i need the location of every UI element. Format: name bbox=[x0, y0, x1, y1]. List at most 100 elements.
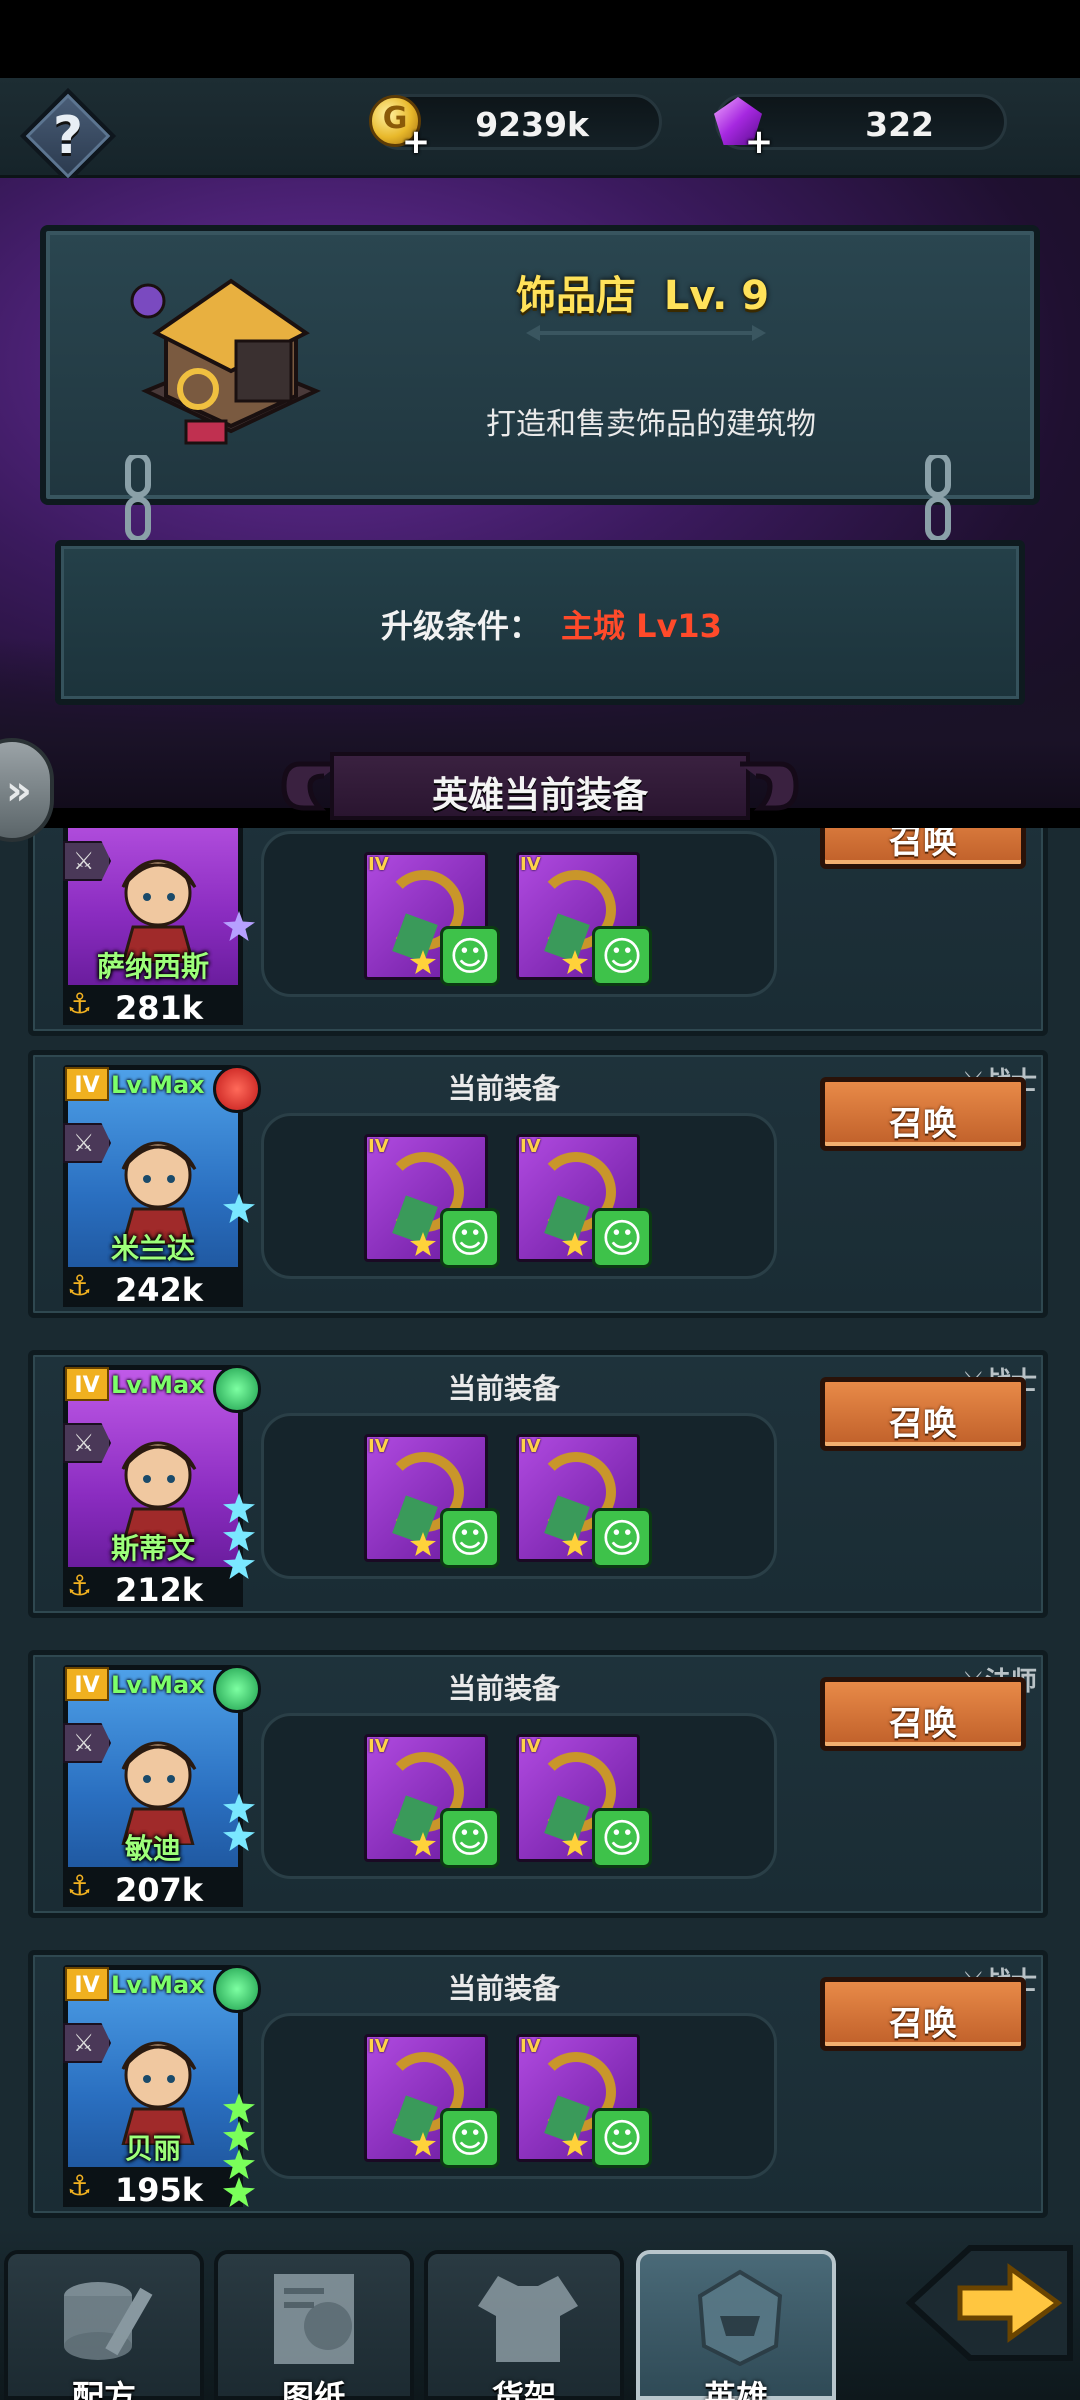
top-bar: ? G + 9239k + 322 bbox=[0, 78, 1080, 185]
equipment-slot[interactable]: IV ☺ bbox=[364, 2034, 500, 2170]
hero-level: Lv.Max bbox=[111, 1671, 205, 1699]
blueprint-icon bbox=[274, 2274, 354, 2364]
gold-coin-icon: G + bbox=[363, 87, 433, 159]
tab-recipes[interactable]: 配方 bbox=[4, 2250, 204, 2400]
hero-portrait[interactable]: IV Lv.Max ⚔ 斯蒂文 ⚓ 212k bbox=[63, 1365, 261, 1610]
anchor-icon: ⚓ bbox=[67, 1269, 93, 1302]
equipment-slots: IV ☺ IV ☺ bbox=[261, 1413, 777, 1579]
equip-tier: IV bbox=[368, 2036, 389, 2057]
hero-power: 207k bbox=[115, 1871, 204, 1909]
summon-button[interactable]: 召唤 bbox=[820, 1077, 1026, 1151]
current-equipment-label: 当前装备 bbox=[448, 1972, 561, 2005]
anchor-icon: ⚓ bbox=[67, 2169, 93, 2202]
equipment-slot[interactable]: IV ☺ bbox=[516, 2034, 652, 2170]
equipment-slot[interactable]: IV ☺ bbox=[364, 1434, 500, 1570]
add-gem-icon[interactable]: + bbox=[744, 125, 774, 159]
equipment-slots: IV ☺ IV ☺ bbox=[261, 1113, 777, 1279]
summon-button[interactable]: 召唤 bbox=[820, 1677, 1026, 1751]
hero-name: 斯蒂文 bbox=[110, 1532, 195, 1565]
smiley-icon: ☺ bbox=[440, 1508, 500, 1568]
hero-portrait[interactable]: IV Lv.Max ⚔ 贝丽 ⚓ 195k bbox=[63, 1965, 261, 2210]
star-icon bbox=[223, 2121, 255, 2151]
tab-shelf[interactable]: 货架 bbox=[424, 2250, 624, 2400]
equipment-slot[interactable]: IV ☺ bbox=[364, 1134, 500, 1270]
question-mark-icon: ? bbox=[52, 106, 84, 166]
gem-currency[interactable]: + 322 bbox=[714, 94, 1007, 159]
star-icon bbox=[223, 2177, 255, 2207]
equipment-slot[interactable]: IV ☺ bbox=[364, 1734, 500, 1870]
tab-heroes[interactable]: 英雄 bbox=[636, 2250, 836, 2400]
purple-gem-icon: + bbox=[706, 87, 776, 159]
ornament-divider-icon bbox=[526, 325, 766, 341]
hero-stars bbox=[223, 911, 259, 941]
fire-element-icon bbox=[213, 1065, 261, 1113]
building-description: 打造和售卖饰品的建筑物 bbox=[486, 407, 816, 442]
hero-card: 当前装备⚔战士 IV Lv.Max ⚔ 斯蒂文 ⚓ 212k bbox=[28, 1350, 1048, 1618]
anchor-icon: ⚓ bbox=[67, 1569, 93, 1602]
equipment-slot[interactable]: IV ☺ bbox=[516, 1434, 652, 1570]
equipment-slots: IV ☺ IV ☺ bbox=[261, 2013, 777, 2179]
star-icon bbox=[223, 2093, 255, 2123]
add-gold-icon[interactable]: + bbox=[401, 125, 431, 159]
hero-power-bar: ⚓ 281k bbox=[63, 985, 243, 1027]
hero-card: 当前装备⚔战士 IV Lv.Max ⚔ 贝丽 ⚓ 195k bbox=[28, 1950, 1048, 2218]
smiley-icon: ☺ bbox=[592, 926, 652, 986]
hero-stars bbox=[223, 1493, 259, 1579]
star-icon bbox=[223, 1493, 255, 1523]
hero-power-bar: ⚓ 242k bbox=[63, 1267, 243, 1309]
hero-power-bar: ⚓ 212k bbox=[63, 1567, 243, 1609]
current-equipment-label: 当前装备 bbox=[448, 1072, 561, 1105]
smiley-icon: ☺ bbox=[440, 2108, 500, 2168]
next-arrow-button[interactable] bbox=[900, 2228, 1080, 2378]
equip-tier: IV bbox=[520, 1136, 541, 1157]
equip-tier: IV bbox=[368, 1736, 389, 1757]
gold-amount: 9239k bbox=[475, 105, 589, 144]
equipment-slots: IV ☺ IV ☺ bbox=[261, 831, 777, 997]
gold-currency[interactable]: G + 9239k bbox=[369, 94, 662, 159]
shelf-shirt-icon bbox=[478, 2276, 578, 2362]
gem-amount: 322 bbox=[865, 105, 934, 144]
hero-equipment-list[interactable]: IV ⚔ 萨纳西斯 ⚓ 281k bbox=[0, 828, 1080, 2228]
smiley-icon: ☺ bbox=[592, 1208, 652, 1268]
hero-stars bbox=[223, 2093, 259, 2207]
hero-name: 贝丽 bbox=[124, 2132, 181, 2165]
hero-helmet-icon bbox=[697, 2269, 783, 2366]
double-chevron-right-icon: » bbox=[6, 768, 32, 814]
hero-power: 195k bbox=[115, 2171, 204, 2209]
hero-portrait[interactable]: IV Lv.Max ⚔ 米兰达 ⚓ 242k bbox=[63, 1065, 261, 1310]
hero-tier-badge: IV bbox=[65, 1067, 109, 1101]
hero-name: 敏迪 bbox=[124, 1832, 181, 1865]
hero-portrait[interactable]: IV ⚔ 萨纳西斯 ⚓ 281k bbox=[63, 828, 258, 1028]
equipment-slot[interactable]: IV ☺ bbox=[516, 852, 652, 988]
summon-button[interactable]: 召唤 bbox=[820, 1977, 1026, 2051]
tab-blueprints[interactable]: 图纸 bbox=[214, 2250, 414, 2400]
equip-tier: IV bbox=[368, 1436, 389, 1457]
summon-button[interactable]: 召唤 bbox=[820, 1377, 1026, 1451]
hero-power-bar: ⚓ 207k bbox=[63, 1867, 243, 1909]
hero-power: 212k bbox=[115, 1571, 204, 1609]
game-screen: ? G + 9239k + 322 饰品店 Lv. 9 打造和售卖饰品的建筑物 … bbox=[0, 0, 1080, 2400]
smiley-icon: ☺ bbox=[440, 1808, 500, 1868]
equipment-slot[interactable]: IV ☺ bbox=[364, 852, 500, 988]
equip-tier: IV bbox=[520, 1736, 541, 1757]
anchor-icon: ⚓ bbox=[67, 1869, 93, 1902]
anchor-icon: ⚓ bbox=[67, 987, 93, 1020]
equip-tier: IV bbox=[520, 2036, 541, 2057]
equipment-slot[interactable]: IV ☺ bbox=[516, 1134, 652, 1270]
hero-portrait[interactable]: IV Lv.Max ⚔ 敏迪 ⚓ 207k bbox=[63, 1665, 261, 1910]
upgrade-requirement-panel: 升级条件： 主城 Lv13 bbox=[55, 540, 1025, 705]
equip-tier: IV bbox=[520, 1436, 541, 1457]
current-equipment-label: 当前装备 bbox=[448, 1372, 561, 1405]
equipment-slot[interactable]: IV ☺ bbox=[516, 1734, 652, 1870]
summon-button[interactable]: 召唤 bbox=[820, 828, 1026, 869]
hero-level: Lv.Max bbox=[111, 1971, 205, 1999]
building-title: 饰品店 Lv. 9 bbox=[516, 273, 770, 319]
right-hook-ornament-icon bbox=[740, 761, 799, 811]
hero-level: Lv.Max bbox=[111, 1371, 205, 1399]
current-equipment-label: 当前装备 bbox=[448, 1672, 561, 1705]
building-info-panel: 饰品店 Lv. 9 打造和售卖饰品的建筑物 bbox=[40, 225, 1040, 505]
wind-element-icon bbox=[213, 1365, 261, 1413]
star-icon bbox=[223, 1821, 255, 1851]
equipment-slots: IV ☺ IV ☺ bbox=[261, 1713, 777, 1879]
smiley-icon: ☺ bbox=[592, 1508, 652, 1568]
